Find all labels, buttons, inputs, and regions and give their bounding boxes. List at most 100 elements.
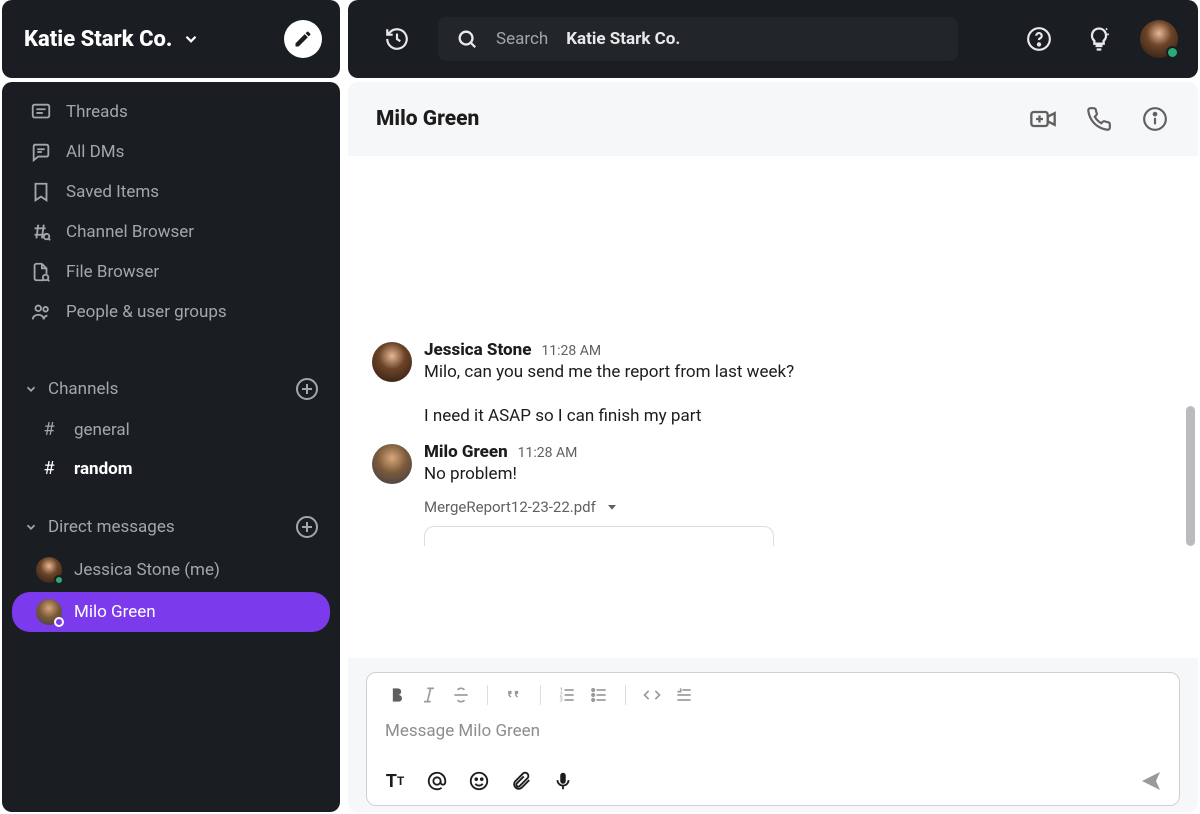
conversation-header: Milo Green bbox=[348, 82, 1198, 156]
search-label: Search bbox=[496, 29, 548, 49]
attach-button[interactable] bbox=[507, 767, 535, 795]
chevron-down-icon bbox=[24, 382, 38, 396]
message-author[interactable]: Jessica Stone bbox=[424, 340, 531, 360]
workspace-name: Katie Stark Co. bbox=[24, 27, 172, 52]
sidebar-item-label: Saved Items bbox=[66, 182, 159, 202]
main-panel: Milo Green Jessica Stone 11: bbox=[348, 82, 1198, 812]
info-icon bbox=[1142, 106, 1168, 132]
code-icon bbox=[642, 685, 662, 705]
avatar[interactable] bbox=[372, 342, 412, 382]
emoji-button[interactable] bbox=[465, 767, 493, 795]
sidebar: Threads All DMs Saved Items Channel Brow… bbox=[2, 82, 340, 812]
channel-label: random bbox=[74, 459, 132, 479]
send-icon bbox=[1139, 769, 1163, 793]
svg-text:3: 3 bbox=[560, 698, 563, 704]
format-toolbar: 123 bbox=[367, 673, 1179, 715]
conversation-title[interactable]: Milo Green bbox=[376, 107, 479, 131]
dm-milo-green[interactable]: Milo Green bbox=[12, 592, 330, 632]
user-avatar[interactable] bbox=[1140, 20, 1178, 58]
sidebar-item-channel-browser[interactable]: Channel Browser bbox=[2, 212, 340, 252]
section-label: Channels bbox=[48, 379, 118, 399]
paperclip-icon bbox=[510, 770, 532, 792]
add-video-button[interactable] bbox=[1028, 104, 1058, 134]
mention-button[interactable] bbox=[423, 767, 451, 795]
message-time: 11:28 AM bbox=[518, 445, 578, 461]
format-toggle-button[interactable]: TT bbox=[381, 767, 409, 795]
ol-icon: 123 bbox=[557, 685, 577, 705]
history-button[interactable] bbox=[378, 20, 416, 58]
hash-icon: # bbox=[38, 458, 60, 479]
sidebar-item-saved[interactable]: Saved Items bbox=[2, 172, 340, 212]
plus-circle-icon bbox=[295, 377, 319, 401]
quote-button[interactable] bbox=[500, 681, 528, 709]
bookmark-icon bbox=[30, 181, 52, 203]
message-text: Milo, can you send me the report from la… bbox=[424, 360, 1174, 384]
send-button[interactable] bbox=[1137, 767, 1165, 795]
sidebar-item-all-dms[interactable]: All DMs bbox=[2, 132, 340, 172]
audio-button[interactable] bbox=[549, 767, 577, 795]
channels-section-header[interactable]: Channels bbox=[2, 362, 340, 410]
sidebar-item-label: Channel Browser bbox=[66, 222, 194, 242]
ordered-list-button[interactable]: 123 bbox=[553, 681, 581, 709]
message-list[interactable]: Jessica Stone 11:28 AM Milo, can you sen… bbox=[348, 156, 1198, 658]
channel-random[interactable]: # random bbox=[2, 449, 340, 488]
lightbulb-icon bbox=[1085, 25, 1113, 53]
bold-icon bbox=[387, 685, 407, 705]
dms-icon bbox=[30, 141, 52, 163]
phone-icon bbox=[1086, 106, 1112, 132]
dm-jessica-stone[interactable]: Jessica Stone (me) bbox=[12, 550, 330, 590]
attachment-row[interactable]: MergeReport12-23-22.pdf bbox=[348, 490, 1198, 520]
add-dm-button[interactable] bbox=[294, 514, 320, 540]
italic-button[interactable] bbox=[415, 681, 443, 709]
scrollbar[interactable] bbox=[1186, 406, 1195, 546]
pencil-icon bbox=[293, 29, 313, 49]
italic-icon bbox=[419, 685, 439, 705]
sidebar-item-label: File Browser bbox=[66, 262, 159, 282]
details-button[interactable] bbox=[1140, 104, 1170, 134]
message-text: No problem! bbox=[424, 462, 1174, 486]
presence-indicator bbox=[1166, 46, 1179, 59]
composer-area: 123 Message Milo Green TT bbox=[348, 658, 1198, 812]
sidebar-item-label: People & user groups bbox=[66, 302, 227, 322]
workspace-switcher[interactable]: Katie Stark Co. bbox=[24, 27, 200, 52]
message-time: 11:28 AM bbox=[541, 343, 601, 359]
dm-label: Milo Green bbox=[74, 602, 156, 622]
bullet-list-button[interactable] bbox=[585, 681, 613, 709]
attachment-preview[interactable] bbox=[424, 526, 774, 546]
message: Jessica Stone 11:28 AM Milo, can you sen… bbox=[348, 336, 1198, 388]
strike-button[interactable] bbox=[447, 681, 475, 709]
channel-browser-icon bbox=[30, 221, 52, 243]
message-author[interactable]: Milo Green bbox=[424, 442, 508, 462]
help-button[interactable] bbox=[1020, 20, 1058, 58]
avatar bbox=[36, 557, 62, 583]
dms-section-header[interactable]: Direct messages bbox=[2, 500, 340, 548]
help-icon bbox=[1026, 26, 1052, 52]
code-block-button[interactable] bbox=[670, 681, 698, 709]
add-channel-button[interactable] bbox=[294, 376, 320, 402]
presence-indicator bbox=[54, 575, 64, 585]
history-icon bbox=[384, 26, 410, 52]
composer-input[interactable]: Message Milo Green bbox=[367, 715, 1179, 763]
search-box[interactable]: Search Katie Stark Co. bbox=[438, 17, 958, 61]
call-button[interactable] bbox=[1084, 104, 1114, 134]
avatar bbox=[36, 599, 62, 625]
quote-icon bbox=[504, 685, 524, 705]
search-scope: Katie Stark Co. bbox=[566, 29, 680, 49]
mic-icon bbox=[552, 770, 574, 792]
avatar[interactable] bbox=[372, 444, 412, 484]
code-button[interactable] bbox=[638, 681, 666, 709]
video-plus-icon bbox=[1029, 105, 1057, 133]
sidebar-item-people[interactable]: People & user groups bbox=[2, 292, 340, 332]
chevron-down-icon bbox=[24, 520, 38, 534]
compose-button[interactable] bbox=[284, 20, 322, 58]
channel-general[interactable]: # general bbox=[2, 410, 340, 449]
file-browser-icon bbox=[30, 261, 52, 283]
whats-new-button[interactable] bbox=[1080, 20, 1118, 58]
sidebar-item-file-browser[interactable]: File Browser bbox=[2, 252, 340, 292]
sidebar-item-label: All DMs bbox=[66, 142, 124, 162]
sidebar-item-threads[interactable]: Threads bbox=[2, 92, 340, 132]
sidebar-item-label: Threads bbox=[66, 102, 128, 122]
presence-indicator bbox=[54, 617, 64, 627]
section-label: Direct messages bbox=[48, 517, 175, 537]
bold-button[interactable] bbox=[383, 681, 411, 709]
